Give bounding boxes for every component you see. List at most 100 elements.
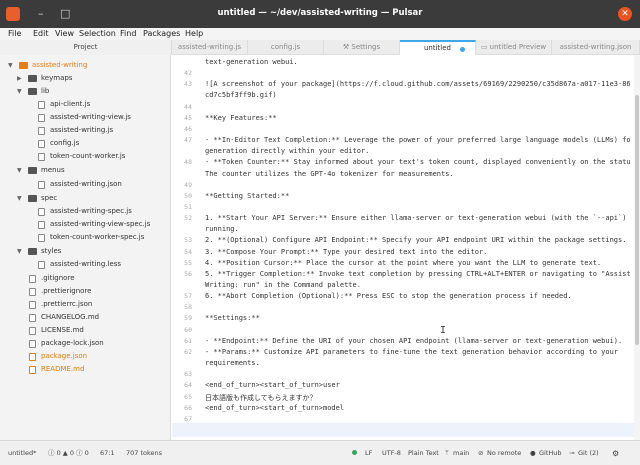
tree-item[interactable]: package.json [0,350,170,363]
github-icon: ● [530,449,536,457]
code-line[interactable]: - **Token Counter:** Stay informed about… [205,158,630,166]
status-encoding[interactable]: UTF-8 [382,449,401,458]
tree-item[interactable]: package-lock.json [0,337,170,350]
status-grammar[interactable]: Plain Text [408,449,439,458]
menu-selection[interactable]: Selection [79,29,116,39]
code-line[interactable]: 1. **Start Your API Server:** Ensure eit… [205,214,630,222]
code-line[interactable]: text-generation webui. [205,58,630,66]
tree-item[interactable]: .gitignore [0,272,170,285]
file-icon [38,208,45,216]
code-line[interactable]: 5. **Trigger Completion:** Invoke text c… [205,270,630,278]
menu-edit[interactable]: Edit [33,29,49,39]
tree-item-label: spec [41,194,58,202]
line-number: 60 [184,325,192,334]
line-number: 43 [184,80,192,89]
tab-config-js[interactable]: config.js [248,40,324,55]
code-line[interactable]: **Settings:** [205,314,630,322]
tree-item[interactable]: ▼ assisted-writing [0,59,170,72]
tree-item[interactable]: ▼ spec [0,192,170,205]
project-tree: ▼ assisted-writing ▶ keymaps ▼ lib api-c… [0,55,171,440]
gear-icon[interactable]: ⚙ [612,449,619,458]
line-number: 58 [184,303,192,312]
tree-item[interactable]: assisted-writing.json [0,178,170,191]
tree-item[interactable]: CHANGELOG.md [0,311,170,324]
tree-item[interactable]: assisted-writing.js [0,124,170,137]
tree-item[interactable]: assisted-writing-view.js [0,111,170,124]
tree-item[interactable]: config.js [0,137,170,150]
scrollbar-thumb[interactable] [635,95,639,345]
tab-assisted-writing-js[interactable]: assisted-writing.js [172,40,248,55]
tree-item-label: assisted-writing.less [50,260,122,268]
tree-item-label: menus [41,166,65,174]
tree-item[interactable]: assisted-writing.less [0,258,170,271]
line-number: 66 [184,403,192,412]
line-number: 50 [184,191,192,200]
tab-settings[interactable]: ⚒ Settings [324,40,400,55]
code-line[interactable]: 4. **Position Cursor:** Place the cursor… [205,259,630,267]
code-line[interactable]: **Getting Started:** [205,192,630,200]
menu-bar: File Edit View Selection Find Packages H… [0,28,640,40]
editor-scrollbar[interactable] [634,55,640,440]
tree-item[interactable]: api-client.js [0,98,170,111]
line-number: 52 [184,214,192,223]
status-file-name[interactable]: untitled* [8,449,36,458]
tab-bar: Project assisted-writing.js config.js ⚒ … [0,40,640,55]
code-line[interactable]: cd7c5bf3ff9b.gif) [205,91,630,99]
code-line[interactable]: The counter utilizes the GPT-4o tokenize… [205,170,630,178]
tree-item[interactable]: token-count-worker.js [0,150,170,163]
code-line[interactable]: 日本語版も作成してもらえますか？ [205,393,630,403]
code-line[interactable]: Writing: run" in the Command palette. [205,281,630,289]
tab-untitled-preview[interactable]: ▭ untitled Preview [476,40,552,55]
code-line[interactable]: requirements. [205,359,630,367]
file-icon [29,275,36,283]
status-remote[interactable]: No remote [487,449,521,458]
tab-project[interactable]: Project [0,40,172,55]
tree-item[interactable]: ▼ styles [0,245,170,258]
tree-item[interactable]: .prettierignore [0,285,170,298]
tree-item[interactable]: token-count-worker-spec.js [0,231,170,244]
tree-item[interactable]: assisted-writing-view-spec.js [0,218,170,231]
tree-item-label: README.md [41,365,85,373]
status-github[interactable]: GitHub [539,449,562,458]
tree-item[interactable]: .prettierrc.json [0,298,170,311]
status-line-ending[interactable]: LF [365,449,372,458]
code-line[interactable]: generation directly within your editor. [205,147,630,155]
tree-item-label: keymaps [41,74,73,82]
tab-assisted-writing-json[interactable]: assisted-writing.json [552,40,640,55]
menu-file[interactable]: File [8,29,21,39]
line-number: 47 [184,136,192,145]
tree-item-label: styles [41,247,62,255]
code-line[interactable]: 2. **(Optional) Configure API Endpoint:*… [205,236,630,244]
code-line[interactable]: <end_of_turn><start_of_turn>model [205,404,630,412]
code-line[interactable]: <end_of_turn><start_of_turn>user [205,381,630,389]
code-line[interactable]: running. [205,225,630,233]
code-line[interactable]: - **In-Editor Text Completion:** Leverag… [205,136,630,144]
menu-view[interactable]: View [55,29,74,39]
status-cursor-position[interactable]: 67:1 [100,449,115,458]
status-diagnostics[interactable]: ⓘ 0 ▲ 0 ⓘ 0 [48,449,89,458]
text-editor[interactable]: text-generation webui. 42 43 ![A screenshot… [172,55,640,440]
status-git[interactable]: Git (2) [578,449,599,458]
tree-item-label: api-client.js [50,100,91,108]
code-line[interactable]: - **Endpoint:** Define the URI of your c… [205,337,630,345]
menu-find[interactable]: Find [120,29,136,39]
code-line[interactable]: **Key Features:** [205,114,630,122]
remote-icon: ⊘ [478,449,484,457]
tree-item[interactable]: ▼ menus [0,164,170,177]
file-icon [38,181,45,189]
menu-packages[interactable]: Packages [143,29,180,39]
tree-item[interactable]: ▶ keymaps [0,72,170,85]
line-number: 59 [184,314,192,323]
tree-item[interactable]: README.md [0,363,170,376]
status-branch[interactable]: main [453,449,469,458]
code-line[interactable]: 3. **Compose Your Prompt:** Type your de… [205,248,630,256]
tree-item[interactable]: LICENSE.md [0,324,170,337]
code-line[interactable]: 6. **Abort Completion (Optional):** Pres… [205,292,630,300]
code-line[interactable]: ![A screenshot of your package](https://… [205,80,630,88]
code-line[interactable]: - **Params:** Customize API parameters t… [205,348,630,356]
tree-item[interactable]: assisted-writing-spec.js [0,205,170,218]
tree-item[interactable]: ▼ lib [0,85,170,98]
tab-untitled[interactable]: untitled [400,40,476,55]
close-button[interactable]: ✕ [618,7,632,21]
menu-help[interactable]: Help [185,29,203,39]
